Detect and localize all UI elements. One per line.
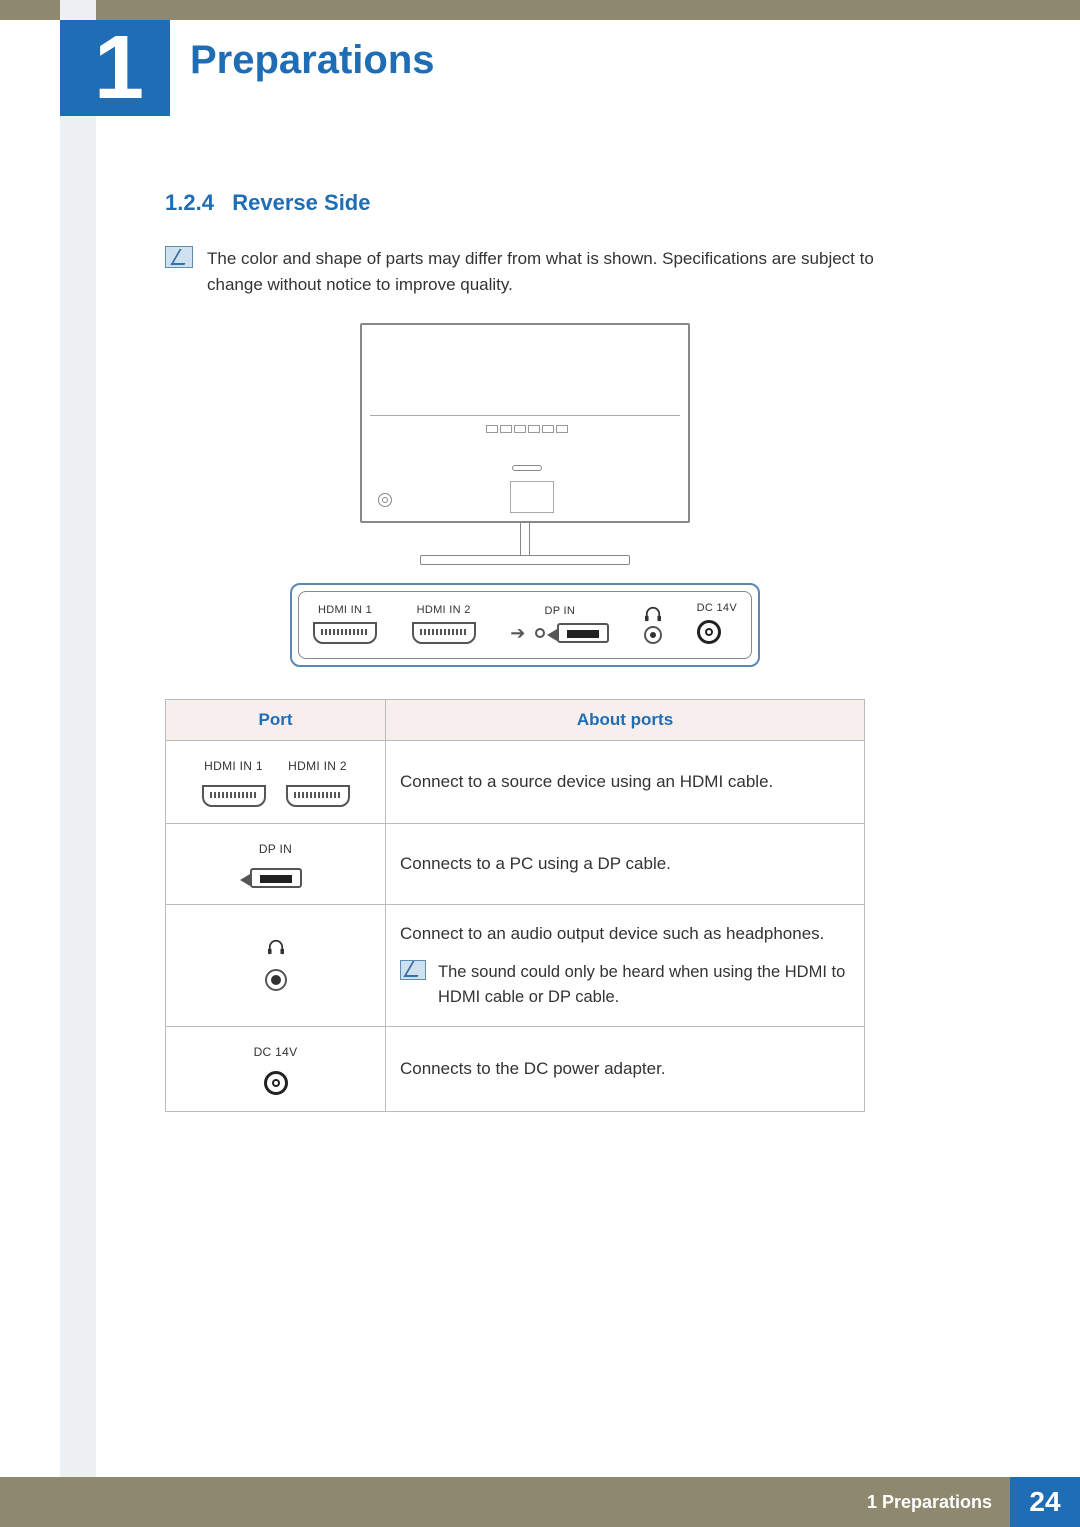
dp-port-icon — [250, 868, 302, 888]
cell-label-dc: DC 14V — [254, 1043, 298, 1061]
table-header-about: About ports — [386, 699, 865, 740]
arrow-icon: ➔ — [510, 623, 525, 644]
port-panel: HDMI IN 1 HDMI IN 2 DP IN ➔ — [290, 583, 760, 667]
dp-port-icon — [557, 623, 609, 643]
cell-label-hdmi1: HDMI IN 1 — [204, 757, 263, 775]
dc-jack-icon — [264, 1071, 288, 1095]
cell-label-dp: DP IN — [259, 840, 292, 858]
table-row: Connect to an audio output device such a… — [166, 904, 865, 1026]
hdmi-port-icon — [412, 622, 476, 644]
cell-desc-hdmi: Connect to a source device using an HDMI… — [386, 740, 865, 823]
table-row: DC 14V Connects to the DC power adapter. — [166, 1026, 865, 1111]
port-table: Port About ports HDMI IN 1 HDMI IN 2 — [165, 699, 865, 1112]
port-label-hdmi2: HDMI IN 2 — [412, 604, 476, 616]
inline-note: The sound could only be heard when using… — [400, 960, 850, 1010]
cell-desc-dc: Connects to the DC power adapter. — [386, 1026, 865, 1111]
port-label-dc: DC 14V — [697, 602, 737, 614]
headphone-icon — [267, 939, 285, 955]
port-hdmi2: HDMI IN 2 — [412, 604, 476, 644]
port-dc: DC 14V — [697, 602, 737, 644]
cell-desc-dp: Connects to a PC using a DP cable. — [386, 823, 865, 904]
cell-desc-hp: Connect to an audio output device such a… — [400, 921, 850, 947]
top-bar — [0, 0, 1080, 20]
diagram-area: HDMI IN 1 HDMI IN 2 DP IN ➔ — [290, 323, 760, 667]
section-body: 1.2.4 Reverse Side The color and shape o… — [165, 190, 885, 1112]
section-heading: 1.2.4 Reverse Side — [165, 190, 885, 216]
footer-chapter-label: 1 Preparations — [867, 1492, 1010, 1513]
port-dp: DP IN ➔ — [510, 605, 609, 644]
note-icon — [400, 960, 426, 980]
chapter-number-badge: 1 — [60, 20, 170, 116]
port-headphone — [644, 606, 662, 644]
note-block: The color and shape of parts may differ … — [165, 246, 885, 299]
port-label-hdmi1: HDMI IN 1 — [313, 604, 377, 616]
table-row: HDMI IN 1 HDMI IN 2 Connect to a source … — [166, 740, 865, 823]
port-hdmi1: HDMI IN 1 — [313, 604, 377, 644]
dot-icon — [535, 628, 545, 638]
footer: 1 Preparations 24 — [0, 1477, 1080, 1527]
note-text: The color and shape of parts may differ … — [207, 246, 885, 299]
hdmi-port-icon — [313, 622, 377, 644]
port-label-dp: DP IN — [510, 605, 609, 617]
table-row: DP IN Connects to a PC using a DP cable. — [166, 823, 865, 904]
audio-jack-icon — [644, 626, 662, 644]
table-header-port: Port — [166, 699, 386, 740]
cell-label-hdmi2: HDMI IN 2 — [288, 757, 347, 775]
dc-jack-icon — [697, 620, 721, 644]
note-icon — [165, 246, 193, 268]
footer-page-number: 24 — [1010, 1477, 1080, 1527]
monitor-base — [420, 555, 630, 565]
hdmi-port-icon — [286, 785, 350, 807]
side-bar — [60, 0, 96, 1527]
section-number: 1.2.4 — [165, 190, 214, 215]
inline-note-text: The sound could only be heard when using… — [438, 960, 850, 1010]
chapter-title: Preparations — [190, 38, 435, 83]
section-title: Reverse Side — [232, 190, 370, 215]
audio-jack-icon — [265, 969, 287, 991]
monitor-back-diagram — [360, 323, 690, 523]
monitor-neck — [520, 523, 530, 555]
hdmi-port-icon — [202, 785, 266, 807]
headphone-icon — [644, 606, 662, 622]
